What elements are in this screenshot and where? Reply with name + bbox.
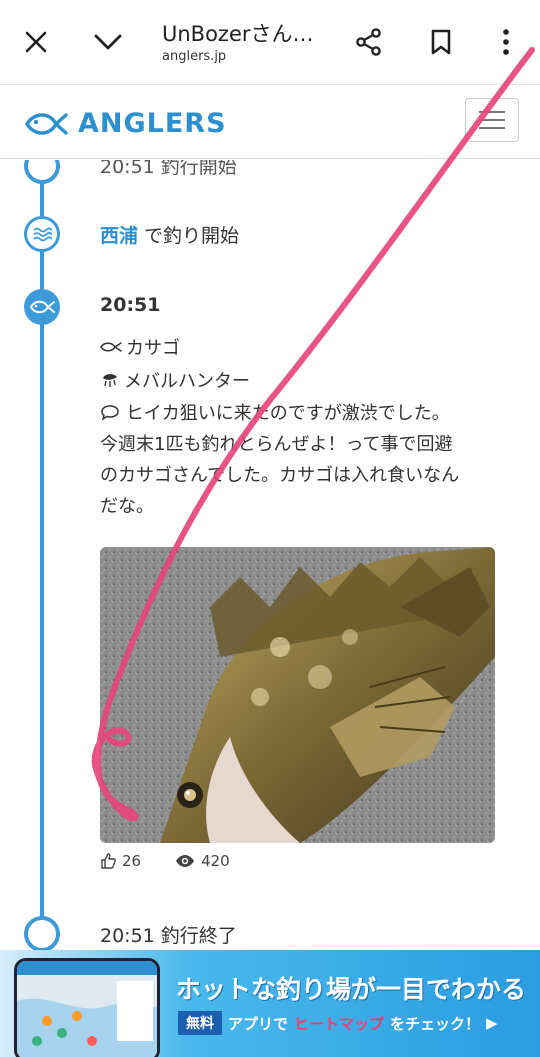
species-name[interactable]: カサゴ: [126, 334, 180, 360]
menu-button[interactable]: [465, 98, 519, 142]
menu-bar: [479, 127, 505, 129]
timeline-node-end: [24, 916, 60, 950]
fish-icon: [29, 300, 55, 314]
lure-row: メバルハンター: [100, 367, 250, 393]
catch-time: 20:51: [100, 294, 161, 316]
fish-logo-icon: [25, 112, 68, 135]
catch-comment: ヒイカ狙いに来たのですが激渋でした。 今週末1匹も釣れとらんぜよ！って事で回避 …: [100, 398, 500, 522]
bookmark-icon[interactable]: [425, 26, 457, 58]
timeline-node-location: [24, 216, 60, 252]
view-count: 420: [201, 852, 230, 870]
ad-sub-prefix: アプリで: [228, 1014, 289, 1033]
eye-icon: [176, 855, 195, 867]
comment-line: だな。: [100, 496, 154, 517]
location-link[interactable]: 西浦: [100, 225, 138, 247]
comment-text: ヒイカ狙いに来たのですが激渋でした。: [125, 403, 450, 424]
timeline-node-catch: [24, 289, 60, 325]
comment-line: 今週末1匹も釣れとらんぜよ！って事で回避: [100, 434, 453, 455]
timeline-node-start: [24, 160, 60, 184]
catch-photo[interactable]: [100, 547, 495, 843]
close-icon[interactable]: [20, 26, 52, 58]
ad-sub-highlight: ヒートマップ: [294, 1014, 385, 1033]
comment-line: ヒイカ狙いに来たのですが激渋でした。: [100, 398, 500, 429]
like-count: 26: [122, 852, 142, 870]
fishing-timeline: 20:51 釣行開始 西浦 で釣り開始 20:51 カサゴ メバルハンター ヒイ…: [0, 160, 540, 950]
kasago-fish-image: [100, 547, 495, 843]
browser-toolbar: UnBozerさん… anglers.jp: [0, 0, 540, 85]
logo-text: ANGLERS: [78, 108, 227, 139]
page-url: anglers.jp: [162, 49, 227, 64]
location-suffix: で釣り開始: [138, 225, 240, 247]
chevron-down-icon[interactable]: [92, 26, 124, 58]
timeline-line: [40, 160, 44, 950]
ad-sub-suffix: をチェック！: [390, 1014, 481, 1033]
comment-line: のカサゴさんでした。カサゴは入れ食いなん: [100, 465, 460, 486]
comment-icon: [101, 405, 119, 421]
lure-icon: [103, 374, 117, 387]
menu-bar: [479, 111, 505, 113]
ad-free-badge: 無料: [178, 1011, 222, 1035]
end-time-label: 20:51 釣行終了: [100, 925, 237, 947]
more-options-icon[interactable]: [490, 26, 522, 58]
start-time-label: 20:51 釣行開始: [100, 160, 237, 178]
ad-headline: ホットな釣り場が一目でわかる: [176, 975, 527, 1004]
share-icon[interactable]: [353, 26, 385, 58]
water-waves-icon: [33, 227, 52, 242]
menu-bar: [479, 119, 505, 121]
lure-name[interactable]: メバルハンター: [124, 367, 250, 393]
catch-stats: 26 420: [100, 852, 230, 870]
ad-subline: 無料 アプリで ヒートマップ をチェック！ ▶: [178, 1011, 498, 1035]
anglers-logo[interactable]: ANGLERS: [24, 108, 227, 139]
species-row: カサゴ: [100, 334, 180, 360]
thumbs-up-icon[interactable]: [100, 853, 116, 869]
site-header: ANGLERS: [0, 86, 540, 159]
play-arrow-icon: ▶: [486, 1014, 498, 1032]
app-ad-banner[interactable]: ホットな釣り場が一目でわかる 無料 アプリで ヒートマップ をチェック！ ▶: [0, 950, 540, 1057]
ad-phone-image: [14, 958, 160, 1057]
page-title: UnBozerさん…: [162, 22, 314, 46]
fish-small-icon: [100, 342, 122, 352]
location-start-label: 西浦 で釣り開始: [100, 221, 239, 248]
